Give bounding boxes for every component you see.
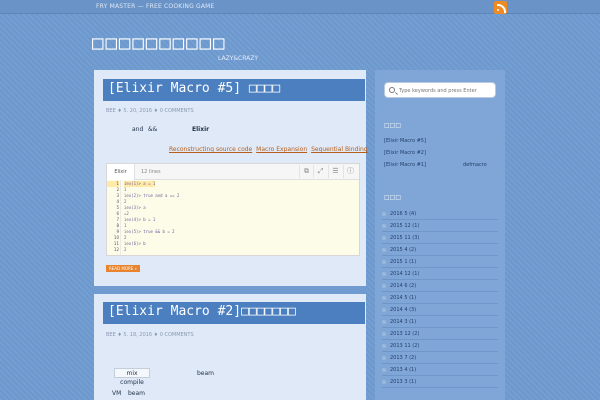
bullet-icon: [382, 271, 386, 276]
archive-label: 2014 12 (1): [390, 271, 420, 277]
archive-item[interactable]: 2015 1 (1): [382, 256, 498, 268]
code-chip: mix compile: [114, 368, 150, 386]
search-icon: [389, 87, 395, 93]
list-icon[interactable]: ☰: [328, 165, 342, 178]
body-text: Elixir: [192, 126, 210, 133]
recent-post-link[interactable]: [Elixir Macro #1]: [384, 162, 426, 168]
archive-item[interactable]: 2013 12 (2): [382, 328, 498, 340]
code-line-count: 12 lines: [141, 169, 161, 175]
archive-label: 2013 7 (2): [390, 355, 417, 361]
archive-label: 2015 11 (3): [390, 235, 420, 241]
archive-label: 2013 4 (1): [390, 367, 417, 373]
bullet-icon: [382, 367, 386, 372]
archive-item[interactable]: 2013 4 (1): [382, 364, 498, 376]
link-sequential-binding[interactable]: Sequential Binding: [311, 146, 368, 153]
code-language-tab[interactable]: Elixir: [107, 164, 135, 180]
code-line: iex(6)> b: [124, 241, 146, 246]
body-text: beam: [197, 370, 215, 377]
bullet-icon: [382, 319, 386, 324]
post-meta: BEE ♦ 5. 18, 2016 ♦ 0 COMMENTS: [106, 332, 194, 338]
archive-item[interactable]: 2013 7 (2): [382, 352, 498, 364]
code-line: 2: [124, 247, 127, 252]
code-gutter: 1 2 3 4 5 6 7 8 9 10 11 12: [107, 180, 121, 255]
archive-item[interactable]: 2014 12 (1): [382, 268, 498, 280]
archive-label: 2016 5 (4): [390, 211, 417, 217]
archive-item[interactable]: 2014 6 (2): [382, 280, 498, 292]
body-text: and: [132, 126, 144, 133]
bullet-icon: [382, 235, 386, 240]
post-title[interactable]: [Elixir Macro #2]□□□□□□□: [108, 304, 296, 319]
post-title-bar: [Elixir Macro #2]□□□□□□□: [103, 302, 365, 324]
bullet-icon: [382, 283, 386, 288]
bullet-icon: [382, 247, 386, 252]
site-description: LAZY&CRAZY: [218, 55, 259, 62]
archive-label: 2014 6 (2): [390, 283, 417, 289]
post-meta: BEE ♦ 5. 20, 2016 ♦ 0 COMMENTS: [106, 108, 194, 114]
info-icon[interactable]: ⓘ: [343, 165, 357, 178]
code-body: 1 2 3 4 5 6 7 8 9 10 11 12 iex(1)> a = 1…: [107, 180, 359, 255]
read-more-button[interactable]: READ MORE »: [106, 265, 140, 272]
archive-label: 2015 4 (2): [390, 247, 417, 253]
search-input[interactable]: [399, 86, 495, 96]
post-title-bar: [Elixir Macro #5] □□□□: [103, 79, 365, 101]
archive-label: 2015 12 (1): [390, 223, 420, 229]
bullet-icon: [382, 223, 386, 228]
body-text: VM: [112, 390, 122, 397]
top-bar: FRY MASTER — FREE COOKING GAME: [0, 0, 600, 14]
recent-post-link[interactable]: [Elixir Macro #2]: [384, 150, 426, 156]
archive-item[interactable]: 2013 11 (2): [382, 340, 498, 352]
body-text: &&: [148, 126, 158, 133]
archive-item[interactable]: 2015 12 (1): [382, 220, 498, 232]
site-title[interactable]: □□□□□□□□□□: [92, 32, 226, 54]
search-box[interactable]: [384, 82, 496, 98]
archive-label: 2014 4 (3): [390, 307, 417, 313]
rss-icon[interactable]: [494, 1, 507, 14]
link-reconstructing[interactable]: Reconstructing source code: [169, 146, 252, 153]
code-line: iex(2)> true and a == 2: [124, 193, 180, 198]
archive-label: 2013 11 (2): [390, 343, 420, 349]
archive-item[interactable]: 2014 4 (3): [382, 304, 498, 316]
bullet-icon: [382, 379, 386, 384]
archive-label: 2013 3 (1): [390, 379, 417, 385]
copy-icon[interactable]: ⧉: [299, 165, 313, 178]
archive-label: 2014 5 (1): [390, 295, 417, 301]
bullet-icon: [382, 211, 386, 216]
archive-label: 2014 3 (1): [390, 319, 417, 325]
archive-title: □□□: [384, 194, 402, 201]
code-block: Elixir 12 lines ⧉ ⤢ ☰ ⓘ 1 2 3 4 5 6 7 8 …: [106, 163, 360, 256]
archive-item[interactable]: 2015 11 (3): [382, 232, 498, 244]
archive-label: 2013 12 (2): [390, 331, 420, 337]
code-header: Elixir 12 lines ⧉ ⤢ ☰ ⓘ: [107, 164, 359, 180]
bullet-icon: [382, 343, 386, 348]
post-divider: [94, 286, 366, 294]
link-macro-expansion[interactable]: Macro Expansion: [256, 146, 307, 153]
main-content: [Elixir Macro #5] □□□□ BEE ♦ 5. 20, 2016…: [94, 70, 368, 400]
game-link[interactable]: FRY MASTER — FREE COOKING GAME: [96, 3, 215, 10]
sidebar: □□□ [Elixir Macro #5] [Elixir Macro #2] …: [375, 70, 505, 400]
archive-label: 2015 1 (1): [390, 259, 417, 265]
code-line: iex(5)> true && b = 2: [124, 229, 175, 234]
line-number: 12: [113, 247, 119, 252]
archive-item[interactable]: 2014 5 (1): [382, 292, 498, 304]
bullet-icon: [382, 355, 386, 360]
code-line: iex(4)> b = 1: [124, 217, 156, 222]
bullet-icon: [382, 331, 386, 336]
archive-item[interactable]: 2016 5 (4): [382, 208, 498, 220]
expand-icon[interactable]: ⤢: [313, 165, 327, 178]
recent-posts-title: □□□: [384, 122, 402, 129]
archive-item[interactable]: 2014 3 (1): [382, 316, 498, 328]
post-links: Reconstructing source code Macro Expansi…: [169, 146, 370, 153]
archive-item[interactable]: 2013 3 (1): [382, 376, 498, 388]
post-title[interactable]: [Elixir Macro #5] □□□□: [108, 81, 280, 96]
bullet-icon: [382, 259, 386, 264]
code-line: iex(1)> a = 1: [124, 181, 156, 187]
body-text: beam: [128, 390, 146, 397]
recent-post-link[interactable]: [Elixir Macro #5]: [384, 138, 426, 144]
bullet-icon: [382, 307, 386, 312]
bullet-icon: [382, 295, 386, 300]
archive-item[interactable]: 2015 4 (2): [382, 244, 498, 256]
recent-post-link-extra[interactable]: defmacro: [463, 162, 487, 168]
